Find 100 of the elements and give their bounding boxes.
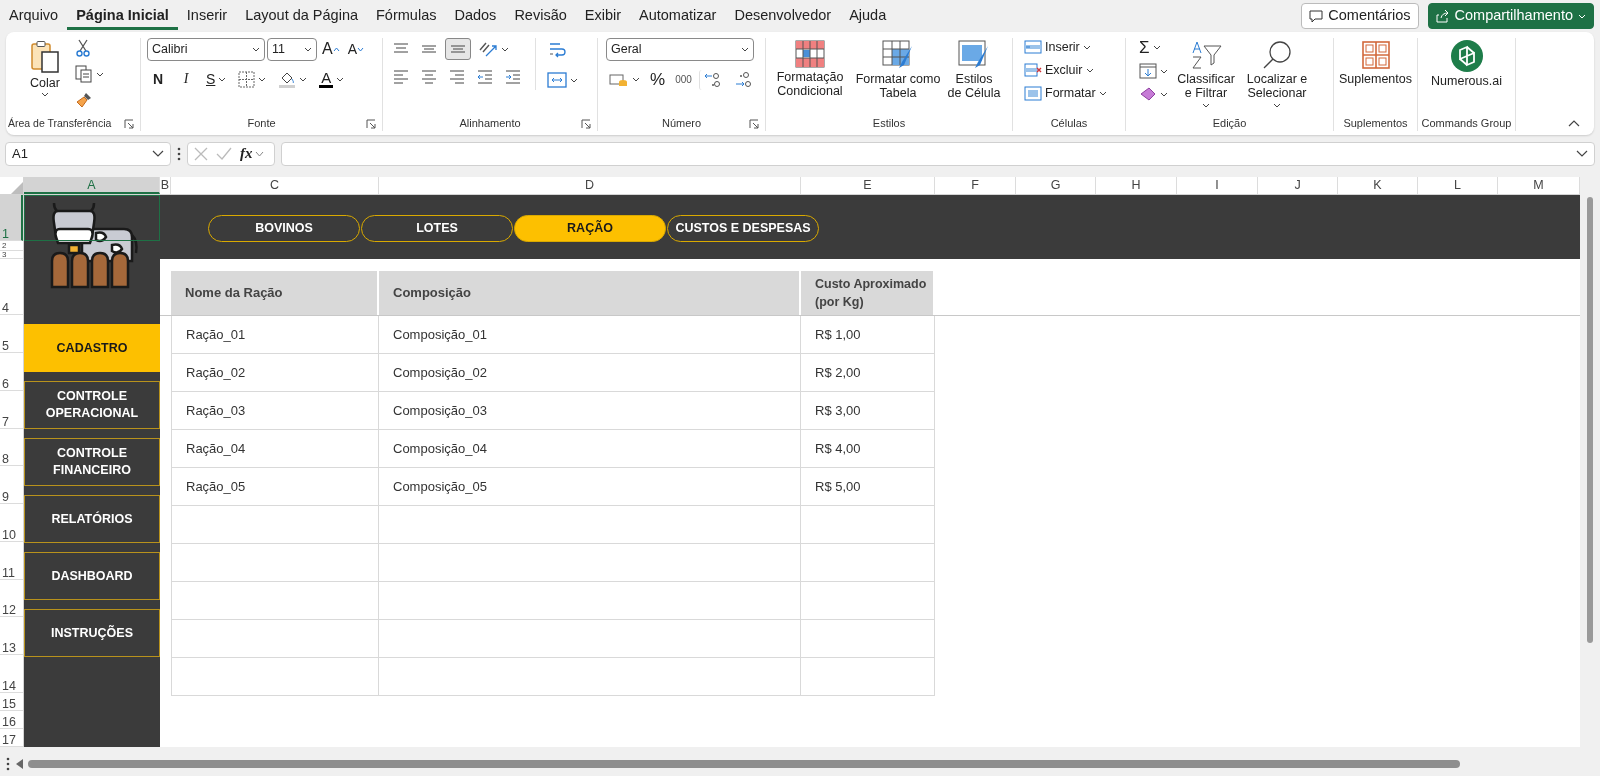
- more-options-icon[interactable]: [177, 147, 181, 161]
- font-color-button[interactable]: A: [316, 69, 348, 89]
- ribbon-tab[interactable]: Inserir: [177, 0, 237, 30]
- borders-icon: [238, 70, 256, 88]
- row-header[interactable]: 14: [0, 655, 23, 693]
- more-options-icon[interactable]: [6, 757, 10, 771]
- increase-font-button[interactable]: A: [319, 39, 343, 60]
- row-header[interactable]: 10: [0, 504, 23, 542]
- column-heading: Composição: [379, 271, 801, 315]
- italic-button[interactable]: I: [175, 69, 197, 89]
- sort-filter-button[interactable]: Classificar e Filtrar: [1175, 38, 1237, 110]
- ribbon-tab[interactable]: Revisão: [505, 0, 576, 30]
- dialog-launcher-icon[interactable]: [581, 119, 591, 129]
- table-cell: Composição_02: [379, 354, 801, 392]
- add-ins-button[interactable]: Suplementos: [1336, 38, 1415, 89]
- clipboard-icon: [29, 40, 61, 74]
- caret-icon: [258, 76, 267, 82]
- bold-button[interactable]: N: [147, 69, 169, 89]
- underline-button[interactable]: S: [203, 69, 230, 89]
- conditional-formatting-button[interactable]: Formatação Condicional: [768, 38, 852, 101]
- sidebar-button[interactable]: CONTROLE FINANCEIRO: [24, 438, 160, 486]
- format-as-table-button[interactable]: Formatar como Tabela: [852, 38, 944, 103]
- sidebar-button[interactable]: DASHBOARD: [24, 552, 160, 600]
- sidebar-button[interactable]: RELATÓRIOS: [24, 495, 160, 543]
- dialog-launcher-icon[interactable]: [749, 119, 759, 129]
- share-icon: [1435, 9, 1450, 23]
- align-bottom-button[interactable]: [445, 38, 471, 60]
- sidebar-button[interactable]: CONTROLE OPERACIONAL: [24, 381, 160, 429]
- sheet-tab[interactable]: CUSTOS E DESPESAS: [667, 215, 819, 242]
- row-header[interactable]: 6: [0, 353, 23, 391]
- collapse-ribbon-icon[interactable]: [1568, 119, 1580, 127]
- column-header[interactable]: A: [24, 177, 160, 194]
- dialog-launcher-icon[interactable]: [366, 119, 376, 129]
- row-header[interactable]: 2: [0, 241, 23, 251]
- paste-button[interactable]: Colar: [26, 38, 64, 100]
- group-label: Células: [1049, 116, 1089, 131]
- ribbon-tab[interactable]: Ajuda: [840, 0, 896, 30]
- delete-cells-button[interactable]: Excluir: [1021, 61, 1097, 79]
- row-header[interactable]: 16: [0, 711, 23, 729]
- cell-styles-button[interactable]: Estilos de Célula: [944, 38, 1004, 103]
- table-cell: Ração_01: [171, 316, 379, 354]
- sidebar-button[interactable]: CADASTRO: [24, 324, 160, 372]
- name-box[interactable]: A1: [5, 142, 171, 166]
- table-cell: Ração_02: [171, 354, 379, 392]
- table-brush-icon: [882, 40, 914, 70]
- row-header[interactable]: 17: [0, 729, 23, 747]
- font-size-dropdown[interactable]: 11: [267, 38, 317, 61]
- comments-button[interactable]: Comentários: [1301, 3, 1419, 29]
- caret-icon: [336, 76, 345, 82]
- ribbon-tab[interactable]: Layout da Página: [236, 0, 367, 30]
- thousands-button[interactable]: 000: [672, 73, 695, 87]
- caret-icon: [1085, 67, 1094, 73]
- row-header[interactable]: 5: [0, 315, 23, 353]
- angled-text-icon: [478, 40, 498, 58]
- caret-icon: [357, 47, 364, 52]
- format-cells-button[interactable]: Formatar: [1021, 84, 1110, 102]
- row-header[interactable]: 15: [0, 693, 23, 711]
- ribbon-tab[interactable]: Fórmulas: [367, 0, 446, 30]
- row-header[interactable]: 1: [0, 195, 23, 241]
- caret-up-icon: [332, 47, 340, 52]
- sidebar-button[interactable]: INSTRUÇÕES: [24, 609, 160, 657]
- find-select-button[interactable]: Localizar e Selecionar: [1241, 38, 1313, 110]
- ribbon-tab[interactable]: Dados: [445, 0, 506, 30]
- column-heading: Custo Aproximado (por Kg): [801, 271, 935, 315]
- number-format-dropdown[interactable]: Geral: [606, 38, 754, 61]
- decrease-font-button[interactable]: A: [344, 40, 367, 59]
- row-header[interactable]: 13: [0, 617, 23, 655]
- insert-cells-button[interactable]: Inserir: [1021, 38, 1094, 56]
- share-button[interactable]: Compartilhamento: [1427, 3, 1594, 29]
- copy-icon: [75, 65, 93, 83]
- caret-icon: [1082, 44, 1091, 50]
- check-icon[interactable]: [216, 147, 232, 161]
- row-header[interactable]: 11: [0, 542, 23, 580]
- delete-rows-icon: [1024, 62, 1042, 78]
- dialog-launcher-icon[interactable]: [124, 119, 134, 129]
- cell-brush-icon: [958, 40, 990, 70]
- ribbon-tab[interactable]: Arquivo: [0, 0, 68, 30]
- sheet-tab[interactable]: BOVINOS: [208, 215, 360, 242]
- row-header[interactable]: 7: [0, 391, 23, 429]
- font-name-dropdown[interactable]: Calibri: [147, 38, 265, 61]
- numerous-ai-button[interactable]: Numerous.ai: [1428, 38, 1505, 91]
- ribbon-tab[interactable]: Automatizar: [630, 0, 726, 30]
- row-header[interactable]: 9: [0, 466, 23, 504]
- sheet-tab[interactable]: LOTES: [361, 215, 513, 242]
- table-cell: R$ 3,00: [801, 392, 935, 430]
- table-cell: R$ 2,00: [801, 354, 935, 392]
- merge-cells-icon: [547, 71, 567, 89]
- row-header[interactable]: 8: [0, 429, 23, 466]
- autosum-button[interactable]: Σ: [1136, 38, 1171, 57]
- sheet-tab[interactable]: RAÇÃO: [514, 215, 666, 242]
- row-header[interactable]: 3: [0, 251, 23, 259]
- table-cell: R$ 1,00: [801, 316, 935, 354]
- ribbon-tab[interactable]: Desenvolvedor: [725, 0, 841, 30]
- row-header[interactable]: 12: [0, 580, 23, 617]
- ribbon-tab[interactable]: Exibir: [575, 0, 631, 30]
- row-header[interactable]: 4: [0, 259, 23, 315]
- paint-bucket-icon: [278, 70, 297, 88]
- caret-icon: [741, 47, 749, 52]
- formula-input[interactable]: [281, 142, 1595, 166]
- percent-button[interactable]: %: [647, 69, 669, 91]
